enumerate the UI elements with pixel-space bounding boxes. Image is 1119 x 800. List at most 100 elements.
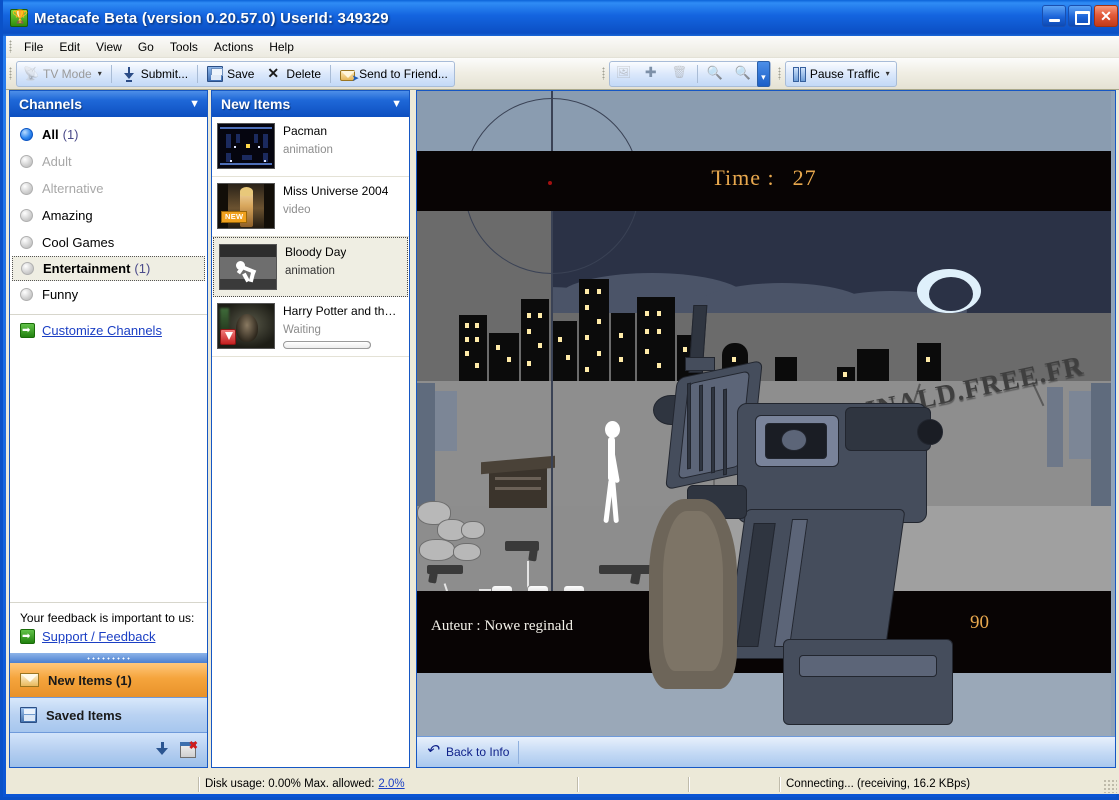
chevron-down-icon[interactable]: ▼ — [391, 98, 402, 110]
item-title: Bloody Day — [285, 245, 347, 259]
close-button[interactable] — [1094, 5, 1118, 27]
radio-icon — [20, 155, 33, 168]
sidebar-nav-saved-items[interactable]: Saved Items — [10, 698, 207, 733]
save-button[interactable]: Save — [201, 62, 260, 86]
submit-label: Submit... — [140, 66, 189, 81]
radio-icon — [21, 262, 34, 275]
envelope-send-icon — [340, 69, 359, 84]
list-item[interactable]: NEW Miss Universe 2004 video — [212, 177, 409, 237]
sidebar-nav-new-items[interactable]: New Items (1) — [10, 663, 207, 698]
menu-edit[interactable]: Edit — [51, 38, 88, 56]
channel-label: Amazing — [42, 208, 93, 223]
customize-channels-link[interactable]: Customize Channels — [42, 323, 162, 338]
sidebar-item-alternative[interactable]: Alternative — [10, 175, 207, 202]
zoom-out-icon — [735, 66, 751, 82]
send-to-friend-label: Send to Friend... — [359, 66, 448, 81]
toolbar-gripper-2[interactable] — [601, 67, 605, 80]
channels-header[interactable]: Channels ▼ — [10, 91, 207, 117]
nav-label: New Items (1) — [48, 672, 132, 688]
menu-view[interactable]: View — [88, 38, 130, 56]
list-item[interactable]: Pacman animation — [212, 117, 409, 177]
sidebar-item-amazing[interactable]: Amazing — [10, 202, 207, 229]
download-badge-icon — [220, 329, 236, 345]
zoom-out-button[interactable] — [729, 62, 757, 86]
new-items-header[interactable]: New Items ▼ — [212, 91, 409, 117]
send-to-friend-button[interactable]: Send to Friend... — [334, 62, 454, 86]
rubble — [419, 539, 455, 561]
save-label: Save — [227, 66, 255, 81]
rifle-rib — [723, 388, 727, 476]
hud-timer-value: 27 — [792, 165, 817, 190]
nav-label: Saved Items — [46, 707, 122, 723]
sidebar-item-adult[interactable]: Adult — [10, 148, 207, 175]
status-bar: Disk usage: 0.00% Max. allowed: 2.0% Con… — [6, 774, 1119, 794]
hud-timer: Time : 27 — [417, 165, 1111, 191]
feedback-row[interactable]: Support / Feedback — [20, 629, 207, 644]
new-items-title: New Items — [221, 96, 291, 112]
list-item[interactable]: Harry Potter and the ... Waiting — [212, 297, 409, 357]
delete-label: Delete — [286, 66, 322, 81]
hud-author-credit: Auteur : Nowe reginald — [431, 618, 574, 634]
wall-left-panel — [435, 391, 457, 451]
tv-mode-button[interactable]: TV Mode ▾ — [17, 62, 108, 86]
toolbar-gripper-3[interactable] — [777, 67, 781, 80]
chevron-down-icon: ▾ — [97, 69, 102, 78]
menu-actions[interactable]: Actions — [206, 38, 261, 56]
chevron-down-icon[interactable]: ▼ — [189, 98, 200, 110]
item-subtitle: animation — [285, 265, 335, 277]
support-feedback-link[interactable]: Support / Feedback — [42, 629, 155, 644]
rifle-rib — [699, 384, 703, 472]
status-connection: Connecting... (receiving, 16.2 KBps) — [780, 775, 1119, 793]
zoom-in-button[interactable] — [701, 62, 729, 86]
toolbar-view-group — [608, 60, 771, 92]
sidebar-item-cool-games[interactable]: Cool Games — [10, 229, 207, 256]
submit-button[interactable]: Submit... — [115, 62, 194, 86]
menu-help[interactable]: Help — [261, 38, 302, 56]
feedback-text: Your feedback is important to us: — [20, 611, 195, 625]
sidebar-item-all[interactable]: All (1) — [10, 121, 207, 148]
menu-file[interactable]: File — [16, 38, 51, 56]
disk-usage-link[interactable]: 2.0% — [378, 778, 404, 790]
menu-tools[interactable]: Tools — [162, 38, 206, 56]
trash-icon — [672, 66, 688, 82]
toolbar-gripper[interactable] — [9, 67, 12, 80]
move-icon — [644, 64, 660, 82]
channel-label: Cool Games — [42, 235, 115, 250]
menu-bar: File Edit View Go Tools Actions Help — [6, 36, 1119, 58]
pause-traffic-button[interactable]: Pause Traffic ▾ — [786, 62, 896, 86]
menu-gripper[interactable] — [9, 40, 12, 53]
sidebar-item-entertainment[interactable]: Entertainment (1) — [12, 256, 205, 281]
radio-icon — [20, 182, 33, 195]
channel-label: Entertainment — [43, 261, 131, 276]
item-subtitle: video — [283, 204, 311, 216]
back-to-info-button[interactable]: Back to Info — [417, 740, 520, 764]
miss-universe-thumb: NEW — [217, 183, 275, 229]
customize-channels-row[interactable]: Customize Channels — [10, 314, 207, 338]
pause-icon — [792, 66, 806, 82]
resize-grip[interactable] — [1103, 779, 1117, 793]
trash-button[interactable] — [666, 62, 694, 86]
rifle-rib — [711, 386, 715, 474]
delete-button[interactable]: Delete — [260, 62, 327, 86]
status-cell-spacer-1 — [578, 775, 688, 793]
status-disk-usage: Disk usage: 0.00% Max. allowed: 2.0% — [199, 775, 577, 793]
minimize-button[interactable] — [1042, 5, 1066, 27]
sidebar-item-funny[interactable]: Funny — [10, 281, 207, 308]
item-title: Harry Potter and the ... — [283, 304, 403, 318]
delete-schedule-icon[interactable] — [180, 739, 198, 758]
connection-text: Connecting... (receiving, 16.2 KBps) — [786, 778, 971, 790]
new-items-panel: New Items ▼ Pacman animation NEW Miss Un… — [211, 90, 410, 768]
move-button[interactable] — [638, 62, 666, 86]
game-canvas[interactable]: NOWE.REGINALD.FREE.FR — [417, 91, 1111, 736]
maximize-button[interactable] — [1068, 5, 1092, 27]
channel-count: (1) — [134, 261, 151, 276]
sidebar-splitter[interactable] — [10, 653, 207, 663]
download-icon[interactable] — [154, 742, 171, 758]
disk-icon — [20, 707, 37, 723]
close-x-icon — [266, 65, 282, 82]
picture-button[interactable] — [610, 62, 638, 86]
item-subtitle: Waiting — [283, 324, 321, 336]
menu-go[interactable]: Go — [130, 38, 162, 56]
toolbar-overflow-button[interactable] — [756, 60, 770, 92]
list-item[interactable]: Bloody Day animation — [213, 237, 408, 297]
